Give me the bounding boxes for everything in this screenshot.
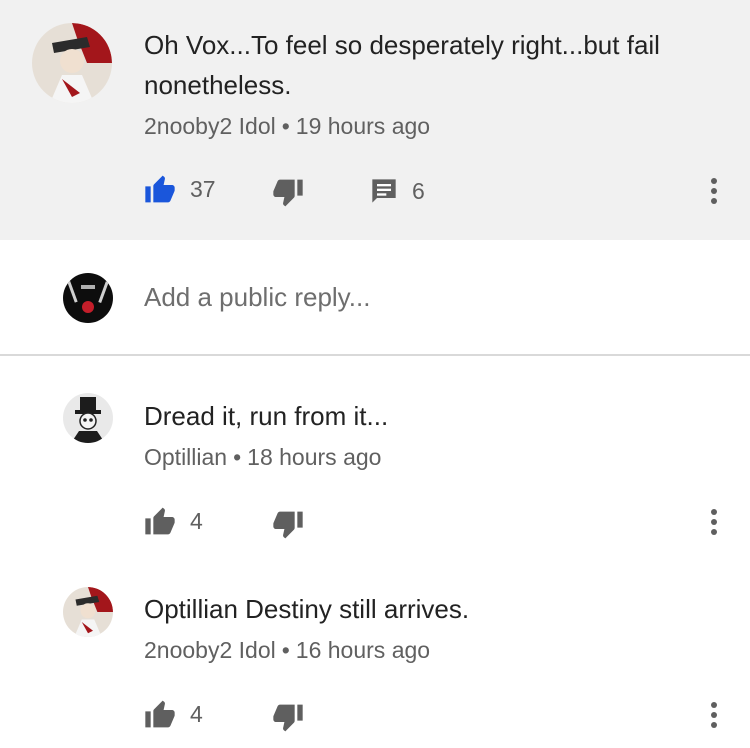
meta-separator: • [281,113,290,139]
user-avatar-icon[interactable] [32,23,112,103]
comment-icon [370,176,398,206]
more-options-icon[interactable] [702,507,726,537]
reply-author[interactable]: Optillian [144,444,227,470]
reply-count-button[interactable]: 6 [370,176,425,206]
reply-meta: 2nooby2 Idol • 16 hours ago [144,637,430,664]
user-avatar-icon[interactable] [63,587,113,637]
reply-author[interactable]: 2nooby2 Idol [144,637,276,663]
reply-count: 6 [412,177,425,204]
like-button[interactable]: 37 [144,174,216,204]
dislike-button[interactable] [272,703,304,733]
like-count: 4 [190,700,203,727]
thumbs-up-icon [144,506,176,536]
thumbs-up-icon [144,174,176,204]
dislike-button[interactable] [272,178,304,208]
dislike-button[interactable] [272,510,304,540]
thumbs-down-icon [272,178,304,208]
highlighted-comment: Oh Vox...To feel so desperately right...… [0,0,750,240]
reply-text: Optillian Destiny still arrives. [144,594,470,624]
user-avatar-icon[interactable] [63,393,113,443]
more-options-icon[interactable] [702,700,726,730]
comment-author[interactable]: 2nooby2 Idol [144,113,276,139]
comment-time: 19 hours ago [295,113,431,139]
reply-time: 16 hours ago [295,637,431,663]
like-count: 4 [190,507,203,534]
meta-separator: • [233,444,242,470]
meta-separator: • [281,637,290,663]
thumbs-down-icon [272,510,304,540]
reply-text: Dread it, run from it... [144,401,389,431]
like-button[interactable]: 4 [144,506,203,536]
comment-text: Oh Vox...To feel so desperately right...… [144,30,660,100]
reply-input[interactable]: Add a public reply... [144,282,370,313]
reply-time: 18 hours ago [247,444,382,470]
thumbs-up-icon [144,699,176,729]
thumbs-down-icon [272,703,304,733]
comment-meta: 2nooby2 Idol • 19 hours ago [144,113,430,140]
current-user-avatar-icon [63,273,113,323]
reply-meta: Optillian • 18 hours ago [144,444,381,471]
like-count: 37 [190,175,216,202]
like-button[interactable]: 4 [144,699,203,729]
more-options-icon[interactable] [702,176,726,206]
